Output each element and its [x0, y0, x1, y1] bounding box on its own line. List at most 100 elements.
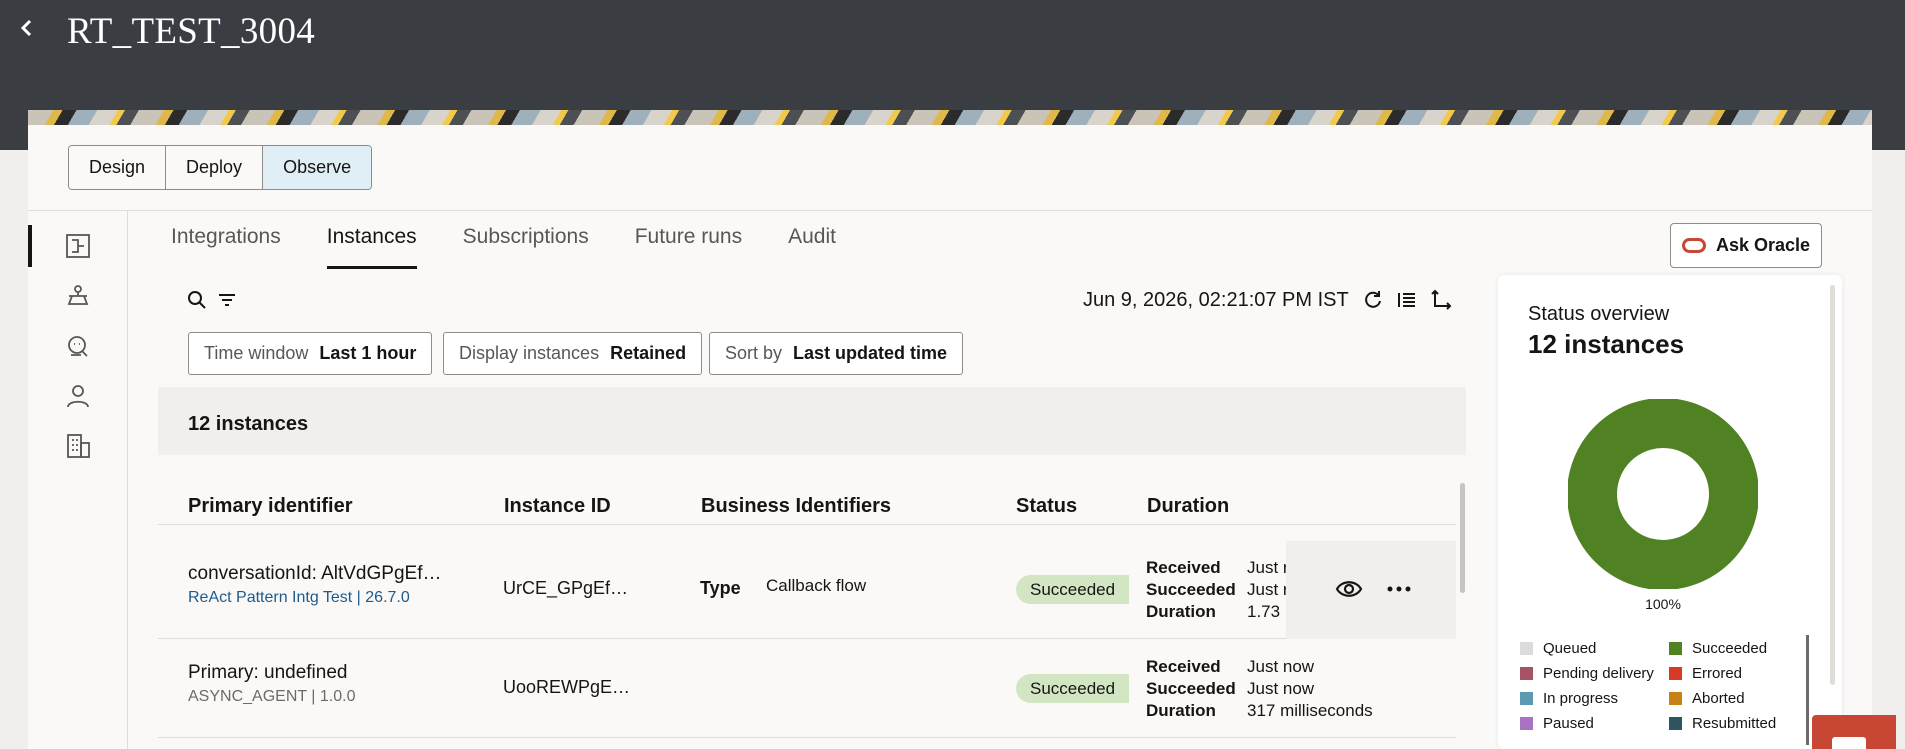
row-actions: [1286, 541, 1456, 639]
chevron-left-icon: [20, 19, 32, 37]
chip-label: Sort by: [725, 343, 783, 363]
duration-values: Just r Just r 1.73: [1247, 557, 1289, 623]
legend-label: Pending delivery: [1543, 665, 1654, 682]
legend-item-pending-delivery[interactable]: Pending delivery: [1520, 665, 1654, 682]
tab-audit[interactable]: Audit: [788, 225, 836, 269]
ask-oracle-label: Ask Oracle: [1715, 235, 1811, 255]
list-view-icon: [1398, 293, 1415, 307]
legend-label: Resubmitted: [1692, 715, 1777, 732]
status-badge: Succeeded: [1016, 575, 1130, 604]
duration-label: Duration: [1146, 602, 1216, 621]
duration-labels: Received Succeeded Duration: [1146, 656, 1236, 722]
agent-icon: [67, 285, 89, 305]
panel-scrollbar[interactable]: [1830, 285, 1835, 685]
left-rail: [28, 211, 128, 749]
legend-swatch: [1520, 667, 1533, 680]
rail-item-agents[interactable]: [28, 271, 128, 321]
received-value: Just r: [1247, 558, 1289, 577]
filter-button[interactable]: [216, 289, 240, 313]
refresh-icon: [1365, 291, 1381, 308]
back-button[interactable]: [12, 16, 42, 46]
column-header[interactable]: Duration: [1147, 495, 1229, 518]
page-title: RT_TEST_3004: [67, 11, 316, 52]
sort-by-filter[interactable]: Sort by Last updated time: [709, 332, 964, 375]
table-scrollbar[interactable]: [1460, 483, 1465, 593]
chat-icon: [1832, 737, 1866, 749]
rail-item-integrations[interactable]: [28, 221, 128, 271]
column-header[interactable]: Instance ID: [504, 495, 611, 518]
ask-oracle-button[interactable]: Ask Oracle: [1670, 223, 1822, 268]
legend-label: In progress: [1543, 690, 1619, 707]
tab-integrations[interactable]: Integrations: [171, 225, 281, 269]
instances-count: 12 instances: [188, 413, 309, 435]
legend-item-in-progress[interactable]: In progress: [1520, 690, 1618, 707]
integrations-icon: [66, 234, 90, 258]
column-header[interactable]: Status: [1016, 495, 1077, 518]
received-label: Received: [1146, 558, 1221, 577]
legend-label: Aborted: [1692, 690, 1745, 707]
primary-identifier[interactable]: Primary: undefined: [188, 662, 347, 684]
header-banner-pattern: [28, 110, 1872, 125]
tab-instances[interactable]: Instances: [326, 225, 417, 269]
table-row[interactable]: Primary: undefined ASYNC_AGENT | 1.0.0 U…: [158, 640, 1456, 738]
chip-label: Time window: [204, 343, 309, 363]
chip-value: Last updated time: [793, 343, 948, 363]
business-identifier-key: Type: [700, 578, 741, 598]
divider: [28, 210, 1872, 211]
refresh-button[interactable]: [1362, 289, 1386, 313]
more-actions-button[interactable]: [1384, 575, 1414, 605]
rail-item-support[interactable]: [28, 321, 128, 371]
design-button[interactable]: Design: [69, 146, 167, 189]
duration-values: Just now Just now 317 milliseconds: [1247, 656, 1373, 722]
received-value: Just now: [1247, 657, 1315, 676]
chat-button[interactable]: [1812, 715, 1896, 749]
tab-subscriptions[interactable]: Subscriptions: [463, 225, 589, 269]
donut-segment-succeeded[interactable]: [1568, 399, 1758, 589]
rail-item-users[interactable]: [28, 371, 128, 421]
support-agent-icon: [68, 336, 88, 357]
table-row[interactable]: conversationId: AltVdGPgEf… ReAct Patter…: [158, 541, 1456, 639]
legend-item-errored[interactable]: Errored: [1669, 665, 1742, 682]
integration-link[interactable]: ReAct Pattern Intg Test | 26.7.0: [188, 589, 410, 607]
expand-icon: [1431, 289, 1452, 310]
time-window-filter[interactable]: Time window Last 1 hour: [188, 332, 433, 375]
legend-item-aborted[interactable]: Aborted: [1669, 690, 1745, 707]
succeeded-value: Just now: [1247, 679, 1315, 698]
more-horizontal-icon: [1387, 586, 1411, 592]
succeeded-label: Succeeded: [1146, 679, 1236, 698]
rail-item-organization[interactable]: [28, 421, 128, 471]
view-toggle-button[interactable]: [1396, 289, 1420, 313]
legend-item-paused[interactable]: Paused: [1520, 715, 1594, 732]
integration-label: ASYNC_AGENT | 1.0.0: [188, 688, 356, 705]
instance-id: UooREWPgE…: [503, 677, 631, 697]
chip-value: Retained: [610, 343, 687, 363]
display-instances-filter[interactable]: Display instances Retained: [443, 332, 703, 375]
legend-item-succeeded[interactable]: Succeeded: [1669, 640, 1767, 657]
deploy-button[interactable]: Deploy: [166, 146, 264, 189]
user-icon: [67, 385, 89, 408]
duration-value: 317 milliseconds: [1247, 701, 1373, 720]
tab-future-runs[interactable]: Future runs: [635, 225, 742, 269]
legend-swatch: [1669, 717, 1682, 730]
chip-value: Last 1 hour: [319, 343, 417, 363]
legend-label: Queued: [1543, 640, 1597, 657]
legend-item-queued[interactable]: Queued: [1520, 640, 1596, 657]
donut-percentage: 100%: [1645, 596, 1681, 612]
legend-swatch: [1520, 642, 1533, 655]
column-header[interactable]: Business Identifiers: [701, 495, 891, 518]
status-donut-chart[interactable]: [1568, 399, 1758, 589]
received-label: Received: [1146, 657, 1221, 676]
oracle-logo-icon: [1681, 238, 1706, 253]
legend-scrollbar[interactable]: [1806, 635, 1809, 745]
primary-identifier[interactable]: conversationId: AltVdGPgEf…: [188, 563, 441, 585]
expand-button[interactable]: [1430, 289, 1454, 313]
succeeded-label: Succeeded: [1146, 580, 1236, 599]
observe-button[interactable]: Observe: [263, 146, 372, 189]
view-button[interactable]: [1334, 575, 1364, 605]
search-button[interactable]: [186, 289, 210, 313]
legend-swatch: [1669, 692, 1682, 705]
column-header[interactable]: Primary identifier: [188, 495, 353, 518]
legend-item-resubmitted[interactable]: Resubmitted: [1669, 715, 1776, 732]
main-card: Design Deploy Observe Integrations Insta…: [28, 125, 1872, 749]
legend-label: Errored: [1692, 665, 1743, 682]
